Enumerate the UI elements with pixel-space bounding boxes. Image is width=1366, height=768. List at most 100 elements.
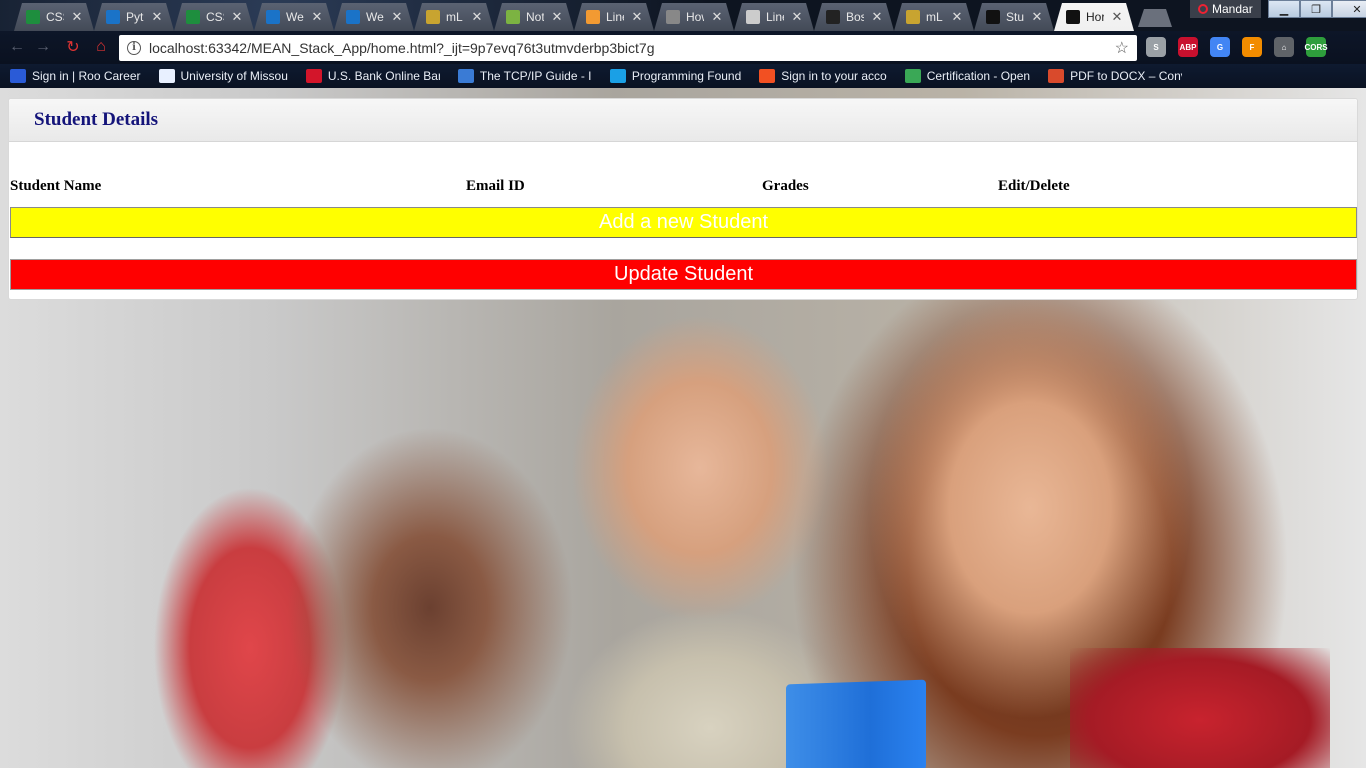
tab-label: mL — [446, 10, 463, 24]
address-bar[interactable]: i localhost:63342/MEAN_Stack_App/home.ht… — [119, 35, 1137, 61]
tab-label: Hor — [1086, 10, 1104, 24]
cors-icon[interactable]: CORS — [1304, 37, 1328, 57]
tab-close-icon[interactable]: ✕ — [390, 9, 404, 25]
address-url[interactable]: localhost:63342/MEAN_Stack_App/home.html… — [149, 40, 1107, 56]
bookmark-item[interactable]: U.S. Bank Online Ban — [305, 69, 440, 83]
tab-label: Bos — [846, 10, 864, 24]
info-icon[interactable]: i — [127, 41, 141, 55]
table-header: Student Name Email ID Grades Edit/Delete — [10, 178, 1358, 198]
bookmark-favicon-icon — [457, 69, 474, 83]
skype-icon[interactable]: S — [1146, 37, 1166, 57]
tab-label: Not — [526, 10, 544, 24]
tab-close-icon[interactable]: ✕ — [1030, 9, 1044, 25]
minimize-button[interactable]: ▁ — [1268, 0, 1300, 18]
tab-label: We — [286, 10, 304, 24]
tab-8[interactable]: How ✕ — [654, 3, 734, 31]
home-icon[interactable]: ⌂ — [1274, 37, 1294, 57]
box-icon — [106, 10, 120, 24]
tab-0[interactable]: CSS ✕ — [14, 3, 94, 31]
bookmark-item[interactable]: Programming Found — [609, 69, 742, 83]
tab-close-icon[interactable]: ✕ — [870, 9, 884, 25]
tab-5[interactable]: mL ✕ — [414, 3, 494, 31]
tab-close-icon[interactable]: ✕ — [230, 9, 244, 25]
tab-label: Pyth — [126, 10, 144, 24]
tab-close-icon[interactable]: ✕ — [630, 9, 644, 25]
adblock-icon[interactable]: ABP — [1178, 37, 1198, 57]
browser-toolbar: ← → ↻ ⌂ i localhost:63342/MEAN_Stack_App… — [0, 31, 1366, 64]
linear-icon — [586, 10, 600, 24]
box-icon — [346, 10, 360, 24]
tab-close-icon[interactable]: ✕ — [70, 9, 84, 25]
tab-label: How — [686, 10, 704, 24]
tab-13[interactable]: Hor ✕ — [1054, 3, 1134, 31]
tab-7[interactable]: Line ✕ — [574, 3, 654, 31]
tab-close-icon[interactable]: ✕ — [310, 9, 324, 25]
bookmark-label: University of Missou — [180, 69, 288, 83]
bookmarks-bar: Sign in | Roo Career University of Missou… — [0, 64, 1366, 88]
bookmark-label: The TCP/IP Guide - In — [479, 69, 592, 83]
update-student-button[interactable]: Update Student — [10, 259, 1357, 290]
column-header-student-name: Student Name — [10, 178, 102, 194]
tab-close-icon[interactable]: ✕ — [150, 9, 164, 25]
profile-name: Mandar — [1212, 2, 1253, 16]
bookmark-item[interactable]: PDF to DOCX – Conv — [1048, 69, 1182, 83]
bookmark-item[interactable]: University of Missou — [158, 69, 288, 83]
panel-title: Student Details — [34, 109, 159, 130]
back-arrow-icon[interactable]: ← — [4, 34, 30, 60]
column-header-grades: Grades — [762, 178, 809, 194]
add-student-button[interactable]: Add a new Student — [10, 207, 1357, 238]
tab-2[interactable]: CSS ✕ — [174, 3, 254, 31]
tab-11[interactable]: mL ✕ — [894, 3, 974, 31]
bookmark-favicon-icon — [904, 69, 921, 83]
bookmark-item[interactable]: The TCP/IP Guide - In — [457, 69, 592, 83]
page-background: Student Details Student Name Email ID Gr… — [0, 88, 1366, 768]
column-header-edit-delete: Edit/Delete — [998, 178, 1070, 194]
tab-list: CSS ✕ Pyth ✕ CSS ✕ We ✕ We ✕ mL ✕ Not ✕ Line ✕ How ✕ Line ✕… — [14, 3, 1172, 31]
reload-icon[interactable]: ↻ — [60, 34, 86, 60]
bookmark-label: Sign in | Roo Career — [32, 69, 141, 83]
background-photo-book — [786, 679, 926, 768]
bookmark-item[interactable]: Sign in to your acco — [759, 69, 887, 83]
home-icon[interactable]: ⌂ — [88, 34, 114, 60]
tab-10[interactable]: Bos ✕ — [814, 3, 894, 31]
tab-9[interactable]: Line ✕ — [734, 3, 814, 31]
tab-close-icon[interactable]: ✕ — [790, 9, 804, 25]
translate-icon[interactable]: G — [1210, 37, 1230, 57]
close-window-button[interactable]: ✕ — [1332, 0, 1366, 18]
tab-label: Line — [766, 10, 784, 24]
background-photo-detail — [1070, 648, 1330, 768]
node-icon — [506, 10, 520, 24]
tab-label: CSS — [206, 10, 224, 24]
tab-1[interactable]: Pyth ✕ — [94, 3, 174, 31]
restore-button[interactable]: ❐ — [1300, 0, 1332, 18]
bookmark-favicon-icon — [158, 69, 175, 83]
forward-arrow-icon[interactable]: → — [30, 34, 56, 60]
bookmark-item[interactable]: Certification - Open — [904, 69, 1030, 83]
tab-label: Line — [606, 10, 624, 24]
howto-icon — [666, 10, 680, 24]
tab-close-icon[interactable]: ✕ — [470, 9, 484, 25]
new-tab-button[interactable] — [1138, 9, 1172, 27]
bookmark-label: Sign in to your acco — [781, 69, 887, 83]
tab-4[interactable]: We ✕ — [334, 3, 414, 31]
tab-label: Stu — [1006, 10, 1024, 24]
tab-12[interactable]: Stu ✕ — [974, 3, 1054, 31]
tab-label: We — [366, 10, 384, 24]
bookmark-star-icon[interactable]: ☆ — [1115, 38, 1129, 58]
tab-close-icon[interactable]: ✕ — [1110, 9, 1124, 25]
tab-close-icon[interactable]: ✕ — [550, 9, 564, 25]
tab-3[interactable]: We ✕ — [254, 3, 334, 31]
bookmark-label: Programming Found — [631, 69, 742, 83]
column-header-email: Email ID — [466, 178, 525, 194]
bookmark-item[interactable]: Sign in | Roo Career — [10, 69, 141, 83]
tab-label: CSS — [46, 10, 64, 24]
profile-icon — [1198, 4, 1208, 14]
firebug-icon[interactable]: F — [1242, 37, 1262, 57]
panel-heading: Student Details — [9, 99, 1357, 142]
tab-close-icon[interactable]: ✕ — [950, 9, 964, 25]
tab-close-icon[interactable]: ✕ — [710, 9, 724, 25]
bookmark-label: PDF to DOCX – Conv — [1070, 69, 1183, 83]
tab-6[interactable]: Not ✕ — [494, 3, 574, 31]
profile-chip[interactable]: Mandar — [1190, 0, 1261, 18]
github-icon — [826, 10, 840, 24]
